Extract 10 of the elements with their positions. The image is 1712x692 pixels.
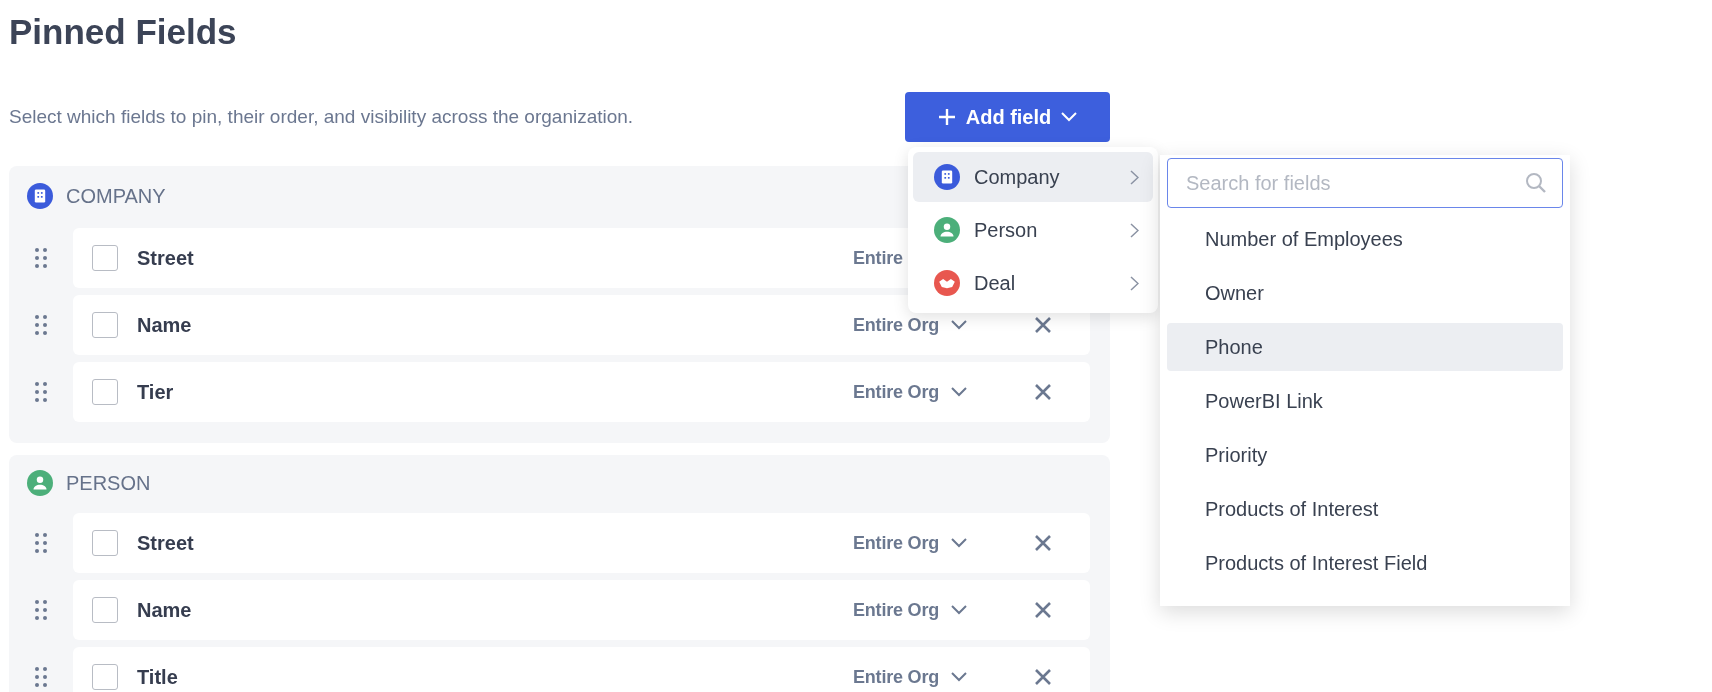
section-heading: PERSON	[66, 471, 151, 496]
page-title: Pinned Fields	[9, 11, 238, 53]
field-name: Name	[137, 313, 192, 337]
section-heading: COMPANY	[66, 184, 166, 209]
field-name: Street	[137, 246, 194, 270]
field-name: Title	[137, 665, 178, 689]
field-name: Name	[137, 598, 192, 622]
field-name: Street	[137, 531, 194, 555]
page-description: Select which fields to pin, their order, and visibility across the organization.	[9, 104, 634, 129]
field-name: Tier	[137, 380, 174, 404]
